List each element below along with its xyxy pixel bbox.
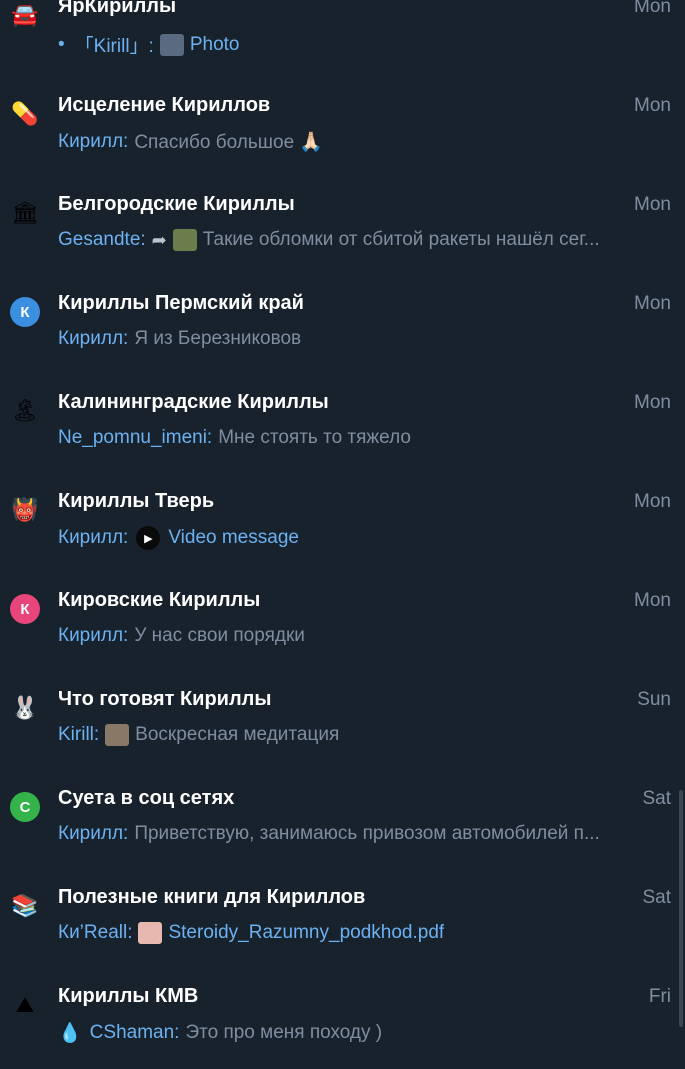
play-icon: ▶: [136, 526, 161, 550]
chat-title: Что готовят Кириллы: [58, 688, 272, 710]
bullet: •: [58, 33, 65, 55]
chat-title: Суета в соц сетях: [58, 787, 235, 809]
chat-message-text: Video message: [168, 527, 299, 548]
chat-preview: Кирилл: ▶ Video message: [58, 526, 671, 550]
chat-item[interactable]: 🚘 ЯрКириллы Mon • 「Kirill」: Photo: [0, 0, 685, 79]
chat-item[interactable]: К Кировские Кириллы Mon Кирилл: У нас свои п…: [0, 574, 685, 673]
chat-date: Mon: [634, 392, 671, 413]
chat-message-text: Спасибо большое 🙏🏻: [134, 132, 324, 153]
chat-sender: Кирилл:: [58, 823, 129, 844]
chat-message-text: У нас свои порядки: [134, 625, 305, 646]
chat-item[interactable]: 🏛 Белгородские Кириллы Mon Gesandte: ➦ Такие …: [0, 178, 685, 277]
chat-sender: Кирилл:: [58, 328, 129, 349]
chat-preview: • 「Kirill」: Photo: [58, 31, 671, 58]
media-thumbnail: [138, 922, 163, 944]
books-icon: 📚: [11, 893, 39, 918]
chat-preview: Кирилл: У нас свои порядки: [58, 625, 671, 647]
pill-icon: 💊: [11, 101, 39, 126]
chat-sender: Kirill:: [58, 724, 100, 745]
chat-message-text: Это про меня походу ): [185, 1022, 383, 1043]
chat-sender: Кирилл:: [58, 625, 129, 646]
chat-message-text: Photo: [189, 33, 240, 55]
chat-item[interactable]: 🐰 Что готовят Кириллы Sun Kirill: Воскресная…: [0, 673, 685, 772]
chat-preview: 💧 CShaman: Это про меня походу ): [58, 1021, 671, 1045]
letter-k-avatar: К: [10, 297, 40, 327]
bunny-icon: 🐰: [11, 695, 39, 720]
chat-title: Калининградские Кириллы: [58, 391, 329, 413]
chat-message-text: Такие обломки от сбитой ракеты нашёл сег…: [202, 229, 600, 250]
chat-title: Кировские Кириллы: [58, 589, 261, 611]
chat-item[interactable]: 👹 Кириллы Тверь Mon Кирилл: ▶ Video message: [0, 475, 685, 574]
chat-sender: Кирилл:: [58, 527, 129, 548]
building-icon: 🏛: [11, 200, 39, 225]
chat-sender: Gesandte:: [58, 229, 146, 250]
chat-preview: Кирилл: Спасибо большое 🙏🏻: [58, 130, 671, 154]
chat-preview: Кирилл: Я из Березниковов: [58, 328, 671, 350]
chat-message-text: Воскресная медитация: [135, 724, 340, 745]
chat-preview: Kirill: Воскресная медитация: [58, 724, 671, 746]
letter-c-avatar: С: [10, 792, 40, 822]
chat-title: Кириллы КМВ: [58, 985, 199, 1007]
chat-date: Mon: [634, 95, 671, 116]
chat-date: Fri: [648, 986, 671, 1007]
chat-item[interactable]: 🏝 Калининградские Кириллы Mon Ne_pomnu_imen…: [0, 376, 685, 475]
chat-date: Sat: [642, 887, 671, 908]
chat-preview: Ne_pomnu_imeni: Мне стоять то тяжело: [58, 427, 671, 449]
chat-sender: CShaman:: [89, 1022, 180, 1043]
media-thumbnail: [172, 229, 197, 251]
chat-title: Кириллы Пермский край: [58, 292, 304, 314]
chat-item[interactable]: 💊 Исцеление Кириллов Mon Кирилл: Спасибо бол…: [0, 79, 685, 178]
chat-sender: Кирилл:: [58, 131, 129, 152]
chat-date: Mon: [634, 491, 671, 512]
chat-date: Sun: [637, 689, 671, 710]
letter-k-avatar: К: [10, 594, 40, 624]
chat-message-text: Я из Березниковов: [134, 328, 302, 349]
chat-preview: Gesandte: ➦ Такие обломки от сбитой ракеты…: [58, 229, 671, 251]
droplet-icon: 💧: [58, 1023, 82, 1044]
chat-title: Белгородские Кириллы: [58, 193, 295, 215]
media-thumbnail: [159, 33, 184, 56]
mountain-icon: ⛰: [15, 992, 35, 1017]
chat-date: Sat: [642, 788, 671, 809]
media-thumbnail: [105, 724, 130, 746]
chat-date: Mon: [634, 0, 671, 17]
chat-item[interactable]: К Кириллы Пермский край Mon Кирилл: Я из Бер…: [0, 277, 685, 376]
chat-message-text: Steroidy_Razumny_podkhod.pdf: [168, 922, 445, 943]
chat-date: Mon: [634, 194, 671, 215]
chat-title: Кириллы Тверь: [58, 490, 215, 512]
chat-item[interactable]: С Суета в соц сетях Sat Кирилл: Приветствую,…: [0, 772, 685, 871]
chat-item[interactable]: 📚 Полезные книги для Кириллов Sat Ки’Reall:…: [0, 871, 685, 970]
chat-date: Mon: [634, 293, 671, 314]
chat-sender: 「Kirill」:: [74, 36, 154, 57]
chat-date: Mon: [634, 590, 671, 611]
chat-sender: Ne_pomnu_imeni:: [58, 427, 213, 448]
scrollbar[interactable]: [679, 790, 683, 1027]
chat-title: ЯрКириллы: [58, 0, 177, 17]
car-icon: 🚘: [11, 2, 39, 27]
chat-message-text: Приветствую, занимаюсь привозом автомоби…: [134, 823, 600, 844]
chat-message-text: Мне стоять то тяжело: [218, 427, 411, 448]
anime-avatar-icon: 👹: [11, 497, 39, 522]
chat-list: 🚘 ЯрКириллы Mon • 「Kirill」: Photo 💊 Исцеление К…: [0, 0, 685, 1069]
chat-title: Исцеление Кириллов: [58, 94, 271, 116]
chat-item[interactable]: ⛰ Кириллы КМВ Fri 💧 CShaman: Это про меня пох…: [0, 970, 685, 1069]
chat-sender: Ки’Reall:: [58, 922, 133, 943]
beach-icon: 🏝: [11, 398, 39, 423]
chat-title: Полезные книги для Кириллов: [58, 886, 366, 908]
chat-preview: Кирилл: Приветствую, занимаюсь привозом а…: [58, 823, 671, 845]
forward-arrow-icon: ➦: [151, 229, 167, 250]
chat-preview: Ки’Reall: Steroidy_Razumny_podkhod.pdf: [58, 922, 671, 944]
